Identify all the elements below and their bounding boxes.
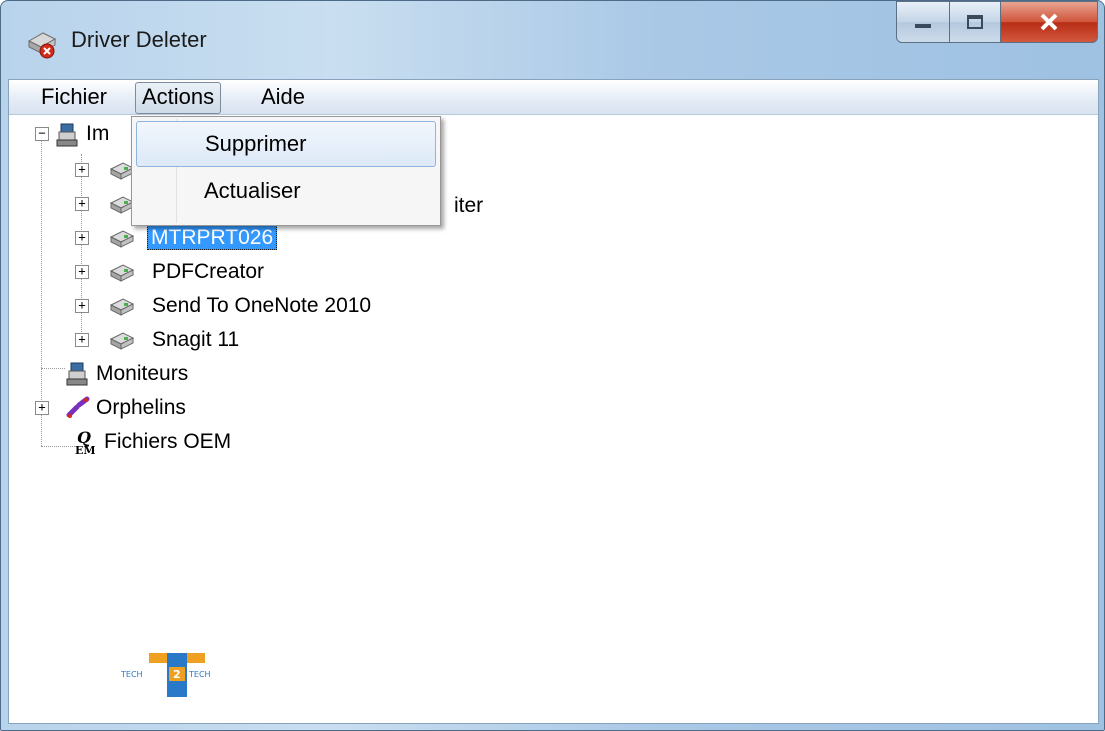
expand-toggle[interactable]: + (35, 401, 49, 415)
tree-node-printers[interactable]: Im (83, 120, 112, 148)
app-window: Driver Deleter Fichier Actions Aide − Im… (0, 0, 1105, 731)
printer-network-icon (56, 123, 78, 147)
broken-link-icon (66, 396, 90, 418)
tree-node-printer[interactable]: Send To OneNote 2010 (149, 292, 374, 320)
printer-icon (109, 264, 135, 282)
maximize-button[interactable] (950, 1, 1001, 43)
expand-toggle[interactable]: + (75, 231, 89, 245)
tree-line (41, 368, 65, 369)
window-controls (896, 1, 1098, 45)
expand-toggle[interactable]: + (75, 163, 89, 177)
monitor-network-icon (66, 362, 88, 386)
maximize-icon (967, 15, 983, 29)
collapse-toggle[interactable]: − (35, 127, 49, 141)
minimize-button[interactable] (896, 1, 950, 43)
tree-node-printer-selected[interactable]: MTRPRT026 (147, 224, 278, 252)
expand-toggle[interactable]: + (75, 265, 89, 279)
menu-actions[interactable]: Actions (135, 82, 222, 114)
title-bar[interactable]: Driver Deleter (1, 1, 1104, 79)
menu-fichier[interactable]: Fichier (35, 82, 113, 112)
tree-node-printer[interactable]: Snagit 11 (149, 326, 242, 354)
tree-line (81, 154, 82, 344)
tree-node-printer[interactable]: iter (451, 192, 486, 220)
printer-icon (109, 332, 135, 350)
printer-delete-icon (27, 32, 57, 59)
window-title: Driver Deleter (71, 27, 207, 52)
close-button[interactable] (1001, 1, 1098, 43)
tree-node-printer[interactable]: PDFCreator (149, 258, 267, 286)
menu-bar: Fichier Actions Aide (9, 80, 1098, 115)
actions-dropdown-menu: Supprimer Actualiser (131, 116, 441, 226)
minimize-icon (915, 24, 931, 28)
expand-toggle[interactable]: + (75, 299, 89, 313)
expand-toggle[interactable]: + (75, 333, 89, 347)
svg-text:TECH: TECH (188, 670, 211, 679)
printer-icon (109, 230, 135, 248)
menu-item-supprimer[interactable]: Supprimer (136, 121, 436, 167)
svg-text:EM: EM (75, 444, 96, 455)
expand-toggle[interactable]: + (75, 197, 89, 211)
oem-icon: Q EM (75, 429, 96, 455)
menu-item-actualiser[interactable]: Actualiser (136, 169, 434, 213)
close-icon (1040, 13, 1058, 31)
tree-node-monitors[interactable]: Moniteurs (93, 360, 191, 388)
printer-icon (109, 298, 135, 316)
svg-text:2: 2 (173, 668, 181, 681)
menu-aide[interactable]: Aide (255, 82, 311, 112)
tree-node-oem-files[interactable]: Fichiers OEM (101, 428, 234, 456)
tree-node-orphans[interactable]: Orphelins (93, 394, 189, 422)
svg-text:TECH: TECH (120, 670, 143, 679)
tech2tech-logo: TECH 2 TECH (120, 653, 211, 697)
tree-line (41, 446, 75, 447)
